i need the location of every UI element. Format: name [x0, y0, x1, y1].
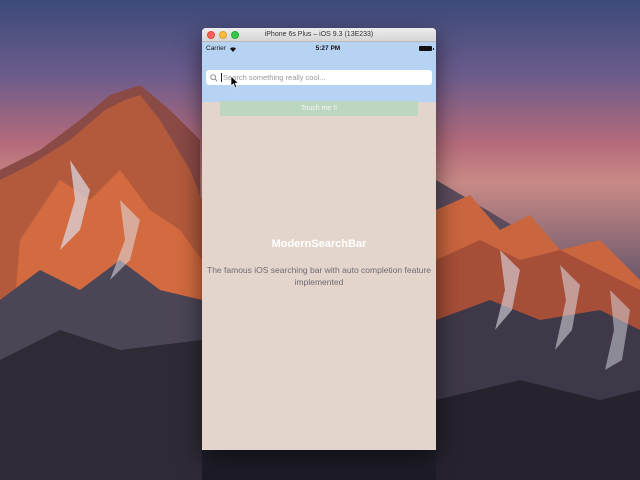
simulator-window: iPhone 6s Plus – iOS 9.3 (13E233) Carrie…	[202, 28, 436, 450]
mouse-pointer-icon	[231, 76, 240, 89]
close-window-button[interactable]	[207, 31, 215, 39]
text-cursor	[221, 73, 222, 82]
wifi-icon	[229, 46, 236, 52]
window-title-bar[interactable]: iPhone 6s Plus – iOS 9.3 (13E233)	[202, 28, 436, 42]
touch-me-button[interactable]: Touch me !!	[220, 101, 418, 116]
status-bar: Carrier 5:27 PM	[202, 42, 436, 55]
search-icon	[210, 73, 218, 82]
ios-header: Carrier 5:27 PM	[202, 42, 436, 102]
carrier-label: Carrier	[206, 45, 226, 52]
minimize-window-button[interactable]	[219, 31, 227, 39]
window-title: iPhone 6s Plus – iOS 9.3 (13E233)	[264, 31, 374, 38]
maximize-window-button[interactable]	[231, 31, 239, 39]
window-controls	[207, 31, 239, 39]
app-description: The famous iOS searching bar with auto c…	[207, 265, 431, 287]
search-input[interactable]	[223, 73, 423, 82]
battery-icon	[418, 46, 434, 51]
app-title: ModernSearchBar	[271, 238, 367, 250]
status-left: Carrier	[206, 45, 237, 52]
status-time: 5:27 PM	[315, 45, 341, 52]
